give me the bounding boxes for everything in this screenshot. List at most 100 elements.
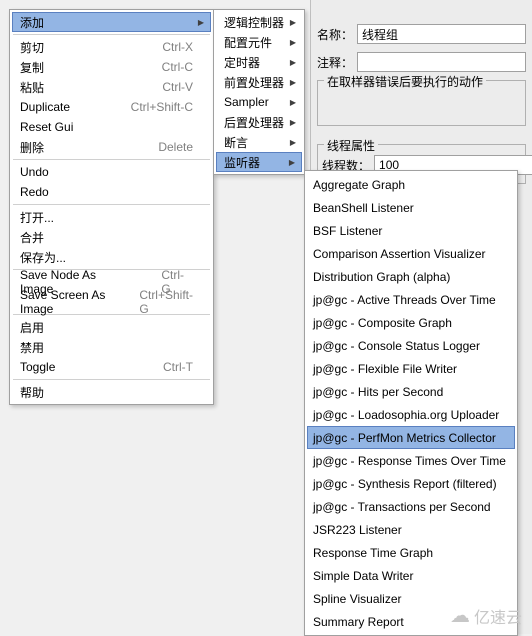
- menu-item-label: Sampler: [224, 95, 269, 109]
- watermark: ☁ 亿速云: [450, 603, 522, 628]
- menu-item[interactable]: Sampler: [216, 92, 302, 112]
- name-label: 名称：: [317, 26, 353, 43]
- menu-item[interactable]: jp@gc - Active Threads Over Time: [307, 288, 515, 311]
- menu-item-label: 剪切: [20, 39, 44, 56]
- menu-item[interactable]: jp@gc - Composite Graph: [307, 311, 515, 334]
- menu-item-label: 逻辑控制器: [224, 14, 284, 31]
- menu-item-label: jp@gc - Synthesis Report (filtered): [313, 477, 497, 491]
- menu-item[interactable]: Redo: [12, 182, 211, 202]
- menu-separator: [13, 34, 210, 35]
- menu-item[interactable]: 合并: [12, 227, 211, 247]
- menu-item-label: Summary Report: [313, 615, 404, 629]
- menu-item-shortcut: Ctrl-V: [132, 80, 205, 94]
- menu-item[interactable]: Save Screen As ImageCtrl+Shift-G: [12, 292, 211, 312]
- menu-item-label: 启用: [20, 319, 44, 336]
- menu-item[interactable]: BeanShell Listener: [307, 196, 515, 219]
- menu-item-label: Response Time Graph: [313, 546, 433, 560]
- menu-item-shortcut: Ctrl+Shift-G: [109, 288, 205, 316]
- menu-item-label: 帮助: [20, 384, 44, 401]
- menu-item[interactable]: 剪切 Ctrl-X: [12, 37, 211, 57]
- comment-field[interactable]: [357, 52, 526, 72]
- menu-item-label: jp@gc - Loadosophia.org Uploader: [313, 408, 499, 422]
- menu-item-label: Save Screen As Image: [20, 288, 109, 316]
- menu-item[interactable]: 逻辑控制器: [216, 12, 302, 32]
- menu-item[interactable]: 监听器: [216, 152, 302, 172]
- menu-item-label: Toggle: [20, 360, 55, 374]
- menu-item[interactable]: 启用: [12, 317, 211, 337]
- watermark-text: 亿速云: [474, 604, 522, 628]
- menu-item[interactable]: Comparison Assertion Visualizer: [307, 242, 515, 265]
- menu-item-shortcut: Ctrl-C: [132, 60, 205, 74]
- menu-item[interactable]: Aggregate Graph: [307, 173, 515, 196]
- menu-item-label: 监听器: [224, 154, 260, 171]
- menu-item-label: 保存为...: [20, 249, 66, 266]
- menu-item-label: jp@gc - Transactions per Second: [313, 500, 491, 514]
- menu-item-label: JSR223 Listener: [313, 523, 402, 537]
- menu-item-label: Spline Visualizer: [313, 592, 402, 606]
- menu-item[interactable]: Response Time Graph: [307, 541, 515, 564]
- menu-item[interactable]: 复制 Ctrl-C: [12, 57, 211, 77]
- menu-item-label: Redo: [20, 185, 49, 199]
- name-field[interactable]: [357, 24, 526, 44]
- menu-item[interactable]: jp@gc - Loadosophia.org Uploader: [307, 403, 515, 426]
- menu-item[interactable]: 前置处理器: [216, 72, 302, 92]
- menu-item-label: 复制: [20, 59, 44, 76]
- menu-item-label: BeanShell Listener: [313, 201, 414, 215]
- sampler-error-legend: 在取样器错误后要执行的动作: [324, 73, 486, 90]
- menu-item[interactable]: 断言: [216, 132, 302, 152]
- menu-item-label: jp@gc - Active Threads Over Time: [313, 293, 496, 307]
- menu-item[interactable]: BSF Listener: [307, 219, 515, 242]
- menu-item[interactable]: 添加: [12, 12, 211, 32]
- menu-item[interactable]: 打开...: [12, 207, 211, 227]
- menu-item-label: jp@gc - Console Status Logger: [313, 339, 480, 353]
- menu-item-label: Duplicate: [20, 100, 70, 114]
- menu-item-label: Aggregate Graph: [313, 178, 405, 192]
- menu-item[interactable]: jp@gc - Console Status Logger: [307, 334, 515, 357]
- menu-item-label: 合并: [20, 229, 44, 246]
- menu-item-label: Comparison Assertion Visualizer: [313, 247, 486, 261]
- menu-item[interactable]: Distribution Graph (alpha): [307, 265, 515, 288]
- menu-item[interactable]: jp@gc - PerfMon Metrics Collector: [307, 426, 515, 449]
- menu-item-label: jp@gc - Flexible File Writer: [313, 362, 457, 376]
- menu-item-label: BSF Listener: [313, 224, 382, 238]
- menu-item[interactable]: 禁用: [12, 337, 211, 357]
- menu-item[interactable]: jp@gc - Transactions per Second: [307, 495, 515, 518]
- menu-item[interactable]: jp@gc - Hits per Second: [307, 380, 515, 403]
- menu-item[interactable]: 删除 Delete: [12, 137, 211, 157]
- context-menu: 添加剪切Ctrl-X复制Ctrl-C粘贴Ctrl-VDuplicateCtrl+…: [9, 9, 214, 405]
- menu-item-label: 断言: [224, 134, 248, 151]
- menu-item[interactable]: Undo: [12, 162, 211, 182]
- menu-item[interactable]: jp@gc - Synthesis Report (filtered): [307, 472, 515, 495]
- menu-item[interactable]: 帮助: [12, 382, 211, 402]
- menu-item-label: 后置处理器: [224, 114, 284, 131]
- menu-item[interactable]: Reset Gui: [12, 117, 211, 137]
- menu-item-label: 粘贴: [20, 79, 44, 96]
- menu-separator: [13, 379, 210, 380]
- menu-item-shortcut: Ctrl-X: [132, 40, 205, 54]
- menu-item[interactable]: 后置处理器: [216, 112, 302, 132]
- menu-item[interactable]: 粘贴 Ctrl-V: [12, 77, 211, 97]
- cloud-icon: ☁: [450, 603, 470, 628]
- menu-item-shortcut: Ctrl-T: [133, 360, 205, 374]
- menu-item-label: 定时器: [224, 54, 260, 71]
- menu-item-shortcut: Delete: [128, 140, 205, 154]
- menu-item-label: Undo: [20, 165, 49, 179]
- menu-item[interactable]: 保存为...: [12, 247, 211, 267]
- menu-item[interactable]: 配置元件: [216, 32, 302, 52]
- listener-submenu: Aggregate Graph BeanShell Listener BSF Lis…: [304, 170, 518, 636]
- menu-item-label: jp@gc - Response Times Over Time: [313, 454, 506, 468]
- menu-item[interactable]: JSR223 Listener: [307, 518, 515, 541]
- menu-item[interactable]: 定时器: [216, 52, 302, 72]
- menu-item[interactable]: DuplicateCtrl+Shift-C: [12, 97, 211, 117]
- menu-item[interactable]: jp@gc - Flexible File Writer: [307, 357, 515, 380]
- menu-item-label: 删除: [20, 139, 44, 156]
- menu-item-label: Distribution Graph (alpha): [313, 270, 450, 284]
- menu-item-label: 禁用: [20, 339, 44, 356]
- menu-item-label: 打开...: [20, 209, 54, 226]
- menu-separator: [13, 159, 210, 160]
- menu-item[interactable]: Simple Data Writer: [307, 564, 515, 587]
- menu-item-label: jp@gc - PerfMon Metrics Collector: [313, 431, 496, 445]
- menu-item[interactable]: Toggle Ctrl-T: [12, 357, 211, 377]
- menu-item[interactable]: jp@gc - Response Times Over Time: [307, 449, 515, 472]
- menu-item-label: Reset Gui: [20, 120, 73, 134]
